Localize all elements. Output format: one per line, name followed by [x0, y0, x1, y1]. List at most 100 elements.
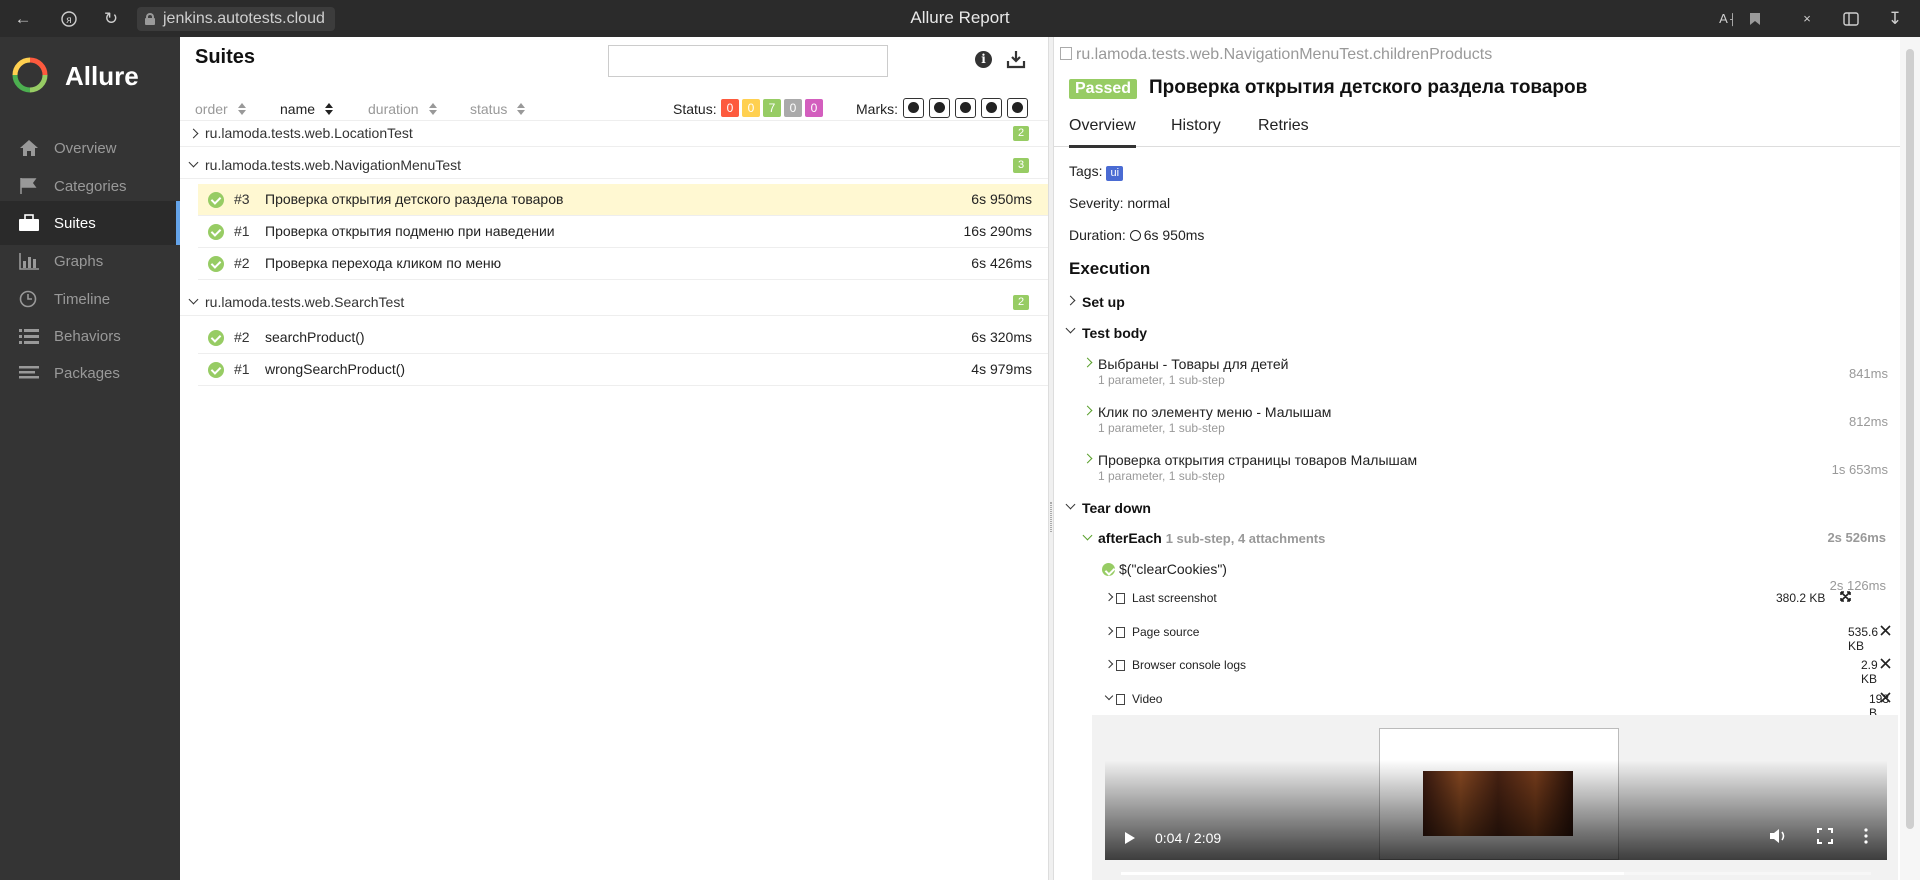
- sidebar-item-label: Timeline: [54, 290, 111, 308]
- chevron-right-icon: [1082, 453, 1093, 464]
- video-seek-bar[interactable]: [1121, 872, 1871, 875]
- volume-icon[interactable]: [1769, 828, 1787, 844]
- suite-group[interactable]: ru.lamoda.tests.web.LocationTest 2: [180, 121, 1048, 147]
- lock-icon: [145, 13, 155, 25]
- suite-count-badge: 2: [1013, 126, 1029, 141]
- step-name: Клик по элементу меню - Малышам: [1098, 404, 1332, 420]
- yandex-icon[interactable]: я: [56, 6, 82, 32]
- page-title: Suites: [195, 46, 256, 68]
- align-icon: [18, 364, 40, 382]
- setup-section[interactable]: Set up: [1082, 294, 1125, 310]
- video-time: 0:04 / 2:09: [1155, 830, 1222, 846]
- scrollbar[interactable]: [1900, 37, 1920, 880]
- new-failed-mark-icon[interactable]: [929, 98, 950, 118]
- video-player[interactable]: 0:04 / 2:09: [1105, 715, 1887, 875]
- test-row[interactable]: #2 searchProduct() 6s 320ms: [198, 322, 1048, 354]
- sort-arrows-icon: [428, 103, 437, 115]
- status-broken-toggle[interactable]: 0: [742, 99, 760, 117]
- flaky-mark-icon[interactable]: [903, 98, 924, 118]
- sort-name[interactable]: name: [280, 101, 334, 117]
- sidebar-item-packages[interactable]: Packages: [0, 351, 180, 395]
- attachment-row[interactable]: Video 193 B: [1104, 691, 1894, 720]
- collections-icon[interactable]: [1838, 6, 1864, 32]
- download-icon[interactable]: [1006, 49, 1026, 69]
- flag-icon: [18, 177, 40, 195]
- chevron-down-icon: [1082, 530, 1093, 541]
- status-unknown-toggle[interactable]: 0: [805, 99, 823, 117]
- chevron-right-icon: [1082, 405, 1093, 416]
- step-row[interactable]: Клик по элементу меню - Малышам 1 parame…: [1098, 404, 1888, 435]
- chevron-down-icon: [1104, 691, 1114, 701]
- test-row[interactable]: #1 wrongSearchProduct() 4s 979ms: [198, 354, 1048, 386]
- tag-badge[interactable]: ui: [1106, 166, 1124, 181]
- expand-icon[interactable]: [1880, 658, 1891, 669]
- attachment-row[interactable]: Last screenshot 380.2 KB: [1104, 590, 1894, 616]
- attachment-name: Video: [1132, 692, 1163, 706]
- chevron-down-icon: [188, 157, 199, 168]
- download-icon[interactable]: ↧: [1882, 6, 1908, 32]
- address-bar[interactable]: jenkins.autotests.cloud: [137, 7, 335, 31]
- tab-retries[interactable]: Retries: [1258, 117, 1309, 145]
- retries-mark-icon[interactable]: [1007, 98, 1028, 118]
- reload-icon[interactable]: ↻: [98, 6, 124, 32]
- test-duration: 6s 426ms: [971, 255, 1032, 271]
- attachment-row[interactable]: Page source 535.6 KB: [1104, 624, 1894, 653]
- status-passed-toggle[interactable]: 7: [763, 99, 781, 117]
- play-icon[interactable]: [1125, 832, 1135, 844]
- clear-cookies-step[interactable]: $("clearCookies"): [1119, 561, 1227, 577]
- chevron-right-icon: [1082, 357, 1093, 368]
- address-url: jenkins.autotests.cloud: [163, 10, 325, 27]
- suite-group[interactable]: ru.lamoda.tests.web.SearchTest 2: [180, 290, 1048, 316]
- attachment-row[interactable]: Browser console logs 2.9 KB: [1104, 657, 1894, 686]
- expand-icon[interactable]: [1840, 591, 1851, 602]
- fullscreen-icon[interactable]: [1817, 828, 1833, 844]
- after-each-step[interactable]: afterEach 1 sub-step, 4 attachments: [1098, 530, 1325, 546]
- sort-status[interactable]: status: [470, 101, 526, 117]
- new-broken-mark-icon[interactable]: [981, 98, 1002, 118]
- more-options-icon[interactable]: [1863, 828, 1869, 844]
- sort-arrows-icon: [325, 103, 334, 115]
- tab-overview[interactable]: Overview: [1069, 117, 1136, 148]
- status-skipped-toggle[interactable]: 0: [784, 99, 802, 117]
- sort-order-label: order: [195, 101, 228, 117]
- expand-icon[interactable]: [1880, 625, 1891, 636]
- tab-history[interactable]: History: [1171, 117, 1221, 145]
- translate-icon[interactable]: A⸡: [1714, 6, 1740, 32]
- teardown-section[interactable]: Tear down: [1082, 500, 1151, 516]
- test-row[interactable]: #3 Проверка открытия детского раздела то…: [198, 184, 1048, 216]
- duration-value: 6s 950ms: [1143, 227, 1205, 243]
- step-name: Выбраны - Товары для детей: [1098, 356, 1289, 372]
- test-full-name[interactable]: ru.lamoda.tests.web.NavigationMenuTest.c…: [1060, 46, 1492, 64]
- file-icon: [1116, 627, 1125, 638]
- sidebar-item-label: Packages: [54, 364, 120, 382]
- suite-group[interactable]: ru.lamoda.tests.web.NavigationMenuTest 3: [180, 153, 1048, 179]
- info-icon[interactable]: i: [975, 51, 992, 68]
- step-row[interactable]: Проверка открытия страницы товаров Малыш…: [1098, 452, 1888, 483]
- passed-check-icon: [208, 224, 224, 240]
- passed-check-icon: [208, 362, 224, 378]
- test-body-section[interactable]: Test body: [1082, 325, 1147, 341]
- expand-icon[interactable]: [1880, 692, 1891, 703]
- video-progress: [1121, 872, 1624, 875]
- back-arrow-icon[interactable]: ←: [10, 6, 36, 32]
- test-row[interactable]: #1 Проверка открытия подменю при наведен…: [198, 216, 1048, 248]
- attachment-name: Last screenshot: [1132, 591, 1217, 605]
- passed-check-icon: [208, 192, 224, 208]
- video-controls: 0:04 / 2:09: [1105, 760, 1887, 875]
- scrollbar-thumb[interactable]: [1906, 49, 1914, 829]
- test-row[interactable]: #2 Проверка перехода кликом по меню 6s 4…: [198, 248, 1048, 280]
- test-name: wrongSearchProduct(): [265, 361, 406, 377]
- sidebar-item-label: Overview: [54, 139, 117, 157]
- sort-order[interactable]: order: [195, 101, 246, 117]
- passed-check-icon: [208, 256, 224, 272]
- bookmark-icon[interactable]: [1742, 6, 1768, 32]
- chevron-right-icon: [1104, 592, 1114, 602]
- new-passed-mark-icon[interactable]: [955, 98, 976, 118]
- sort-duration[interactable]: duration: [368, 101, 437, 117]
- copy-icon[interactable]: [1060, 47, 1072, 60]
- status-failed-toggle[interactable]: 0: [721, 99, 739, 117]
- extension-icon[interactable]: ×: [1794, 6, 1820, 32]
- search-input[interactable]: [608, 45, 888, 77]
- severity-row: Severity: normal: [1069, 195, 1171, 211]
- step-row[interactable]: Выбраны - Товары для детей 1 parameter, …: [1098, 356, 1888, 387]
